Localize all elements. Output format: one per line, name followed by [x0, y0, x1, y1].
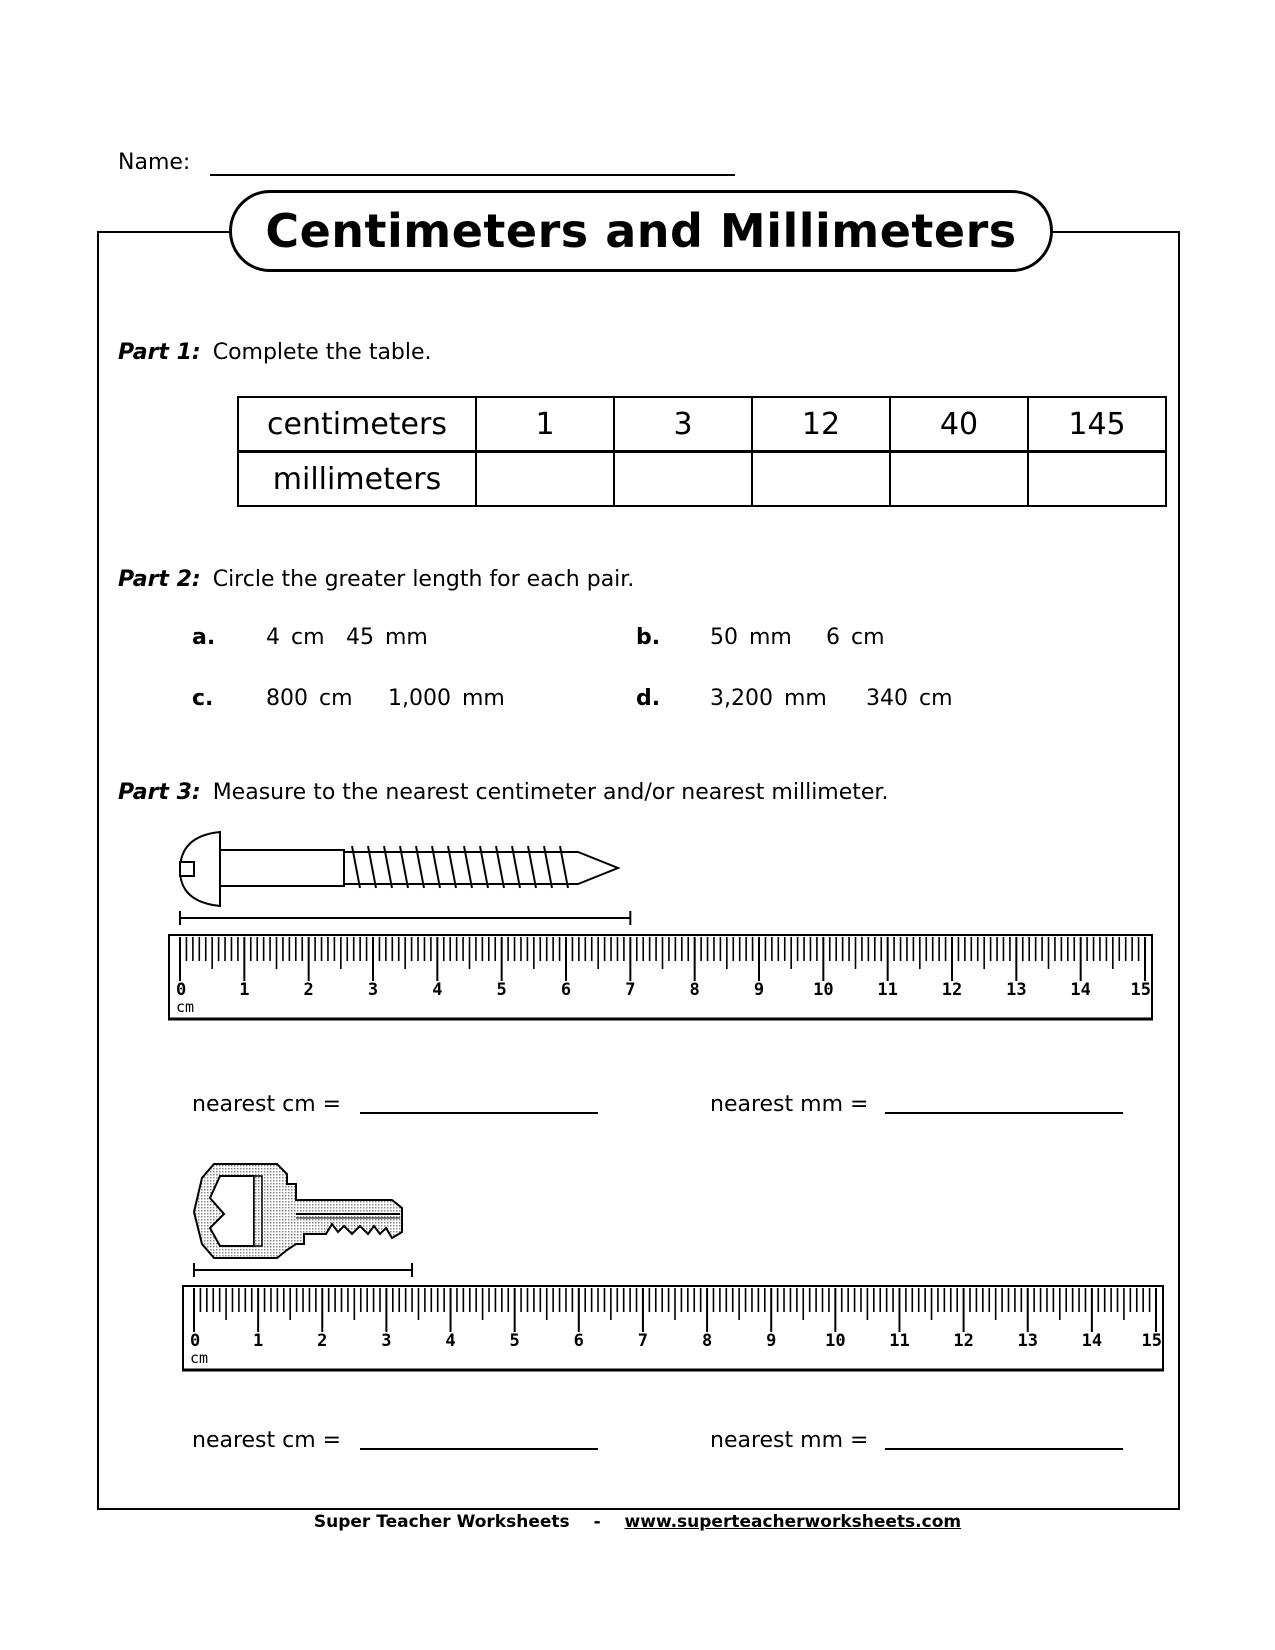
ruler-tick-label: 12 — [953, 1331, 973, 1351]
ruler-tick-label: 8 — [702, 1331, 712, 1351]
ruler-tick-label: 6 — [574, 1331, 584, 1351]
ruler-tick-label: 4 — [445, 1331, 455, 1351]
key-answer-cm-field[interactable] — [360, 1448, 598, 1450]
ruler-2: 0 1 2 3 4 5 6 7 8 9 10 11 12 13 14 15cm — [182, 1285, 1164, 1372]
ruler-body — [182, 1285, 1164, 1371]
ruler-tick-label: 15 — [1142, 1331, 1162, 1351]
ruler-unit-label: cm — [190, 1349, 208, 1367]
ruler-tick-label: 10 — [825, 1331, 845, 1351]
ruler-tick-label: 14 — [1082, 1331, 1102, 1351]
footer-separator: - — [593, 1512, 601, 1532]
footer-link[interactable]: www.superteacherworksheets.com — [625, 1512, 962, 1532]
ruler-tick-label: 7 — [638, 1331, 648, 1351]
footer: Super Teacher Worksheets - www.superteac… — [0, 1512, 1275, 1532]
ruler-tick-label: 11 — [889, 1331, 909, 1351]
ruler-tick-label: 2 — [317, 1331, 327, 1351]
ruler-tick-label: 9 — [766, 1331, 776, 1351]
key-answer-mm-field[interactable] — [885, 1448, 1123, 1450]
footer-brand: Super Teacher Worksheets — [313, 1512, 570, 1532]
key-measure-bracket — [193, 1263, 414, 1277]
key-answer-cm-label: nearest cm = — [192, 1428, 342, 1453]
ruler-tick-label: 5 — [510, 1331, 520, 1351]
key-answer-mm-label: nearest mm = — [710, 1428, 869, 1453]
ruler-tick-label: 0 — [190, 1331, 200, 1351]
ruler-tick-label: 1 — [253, 1331, 263, 1351]
ruler-tick-label: 3 — [381, 1331, 391, 1351]
ruler-tick-label: 13 — [1017, 1331, 1037, 1351]
